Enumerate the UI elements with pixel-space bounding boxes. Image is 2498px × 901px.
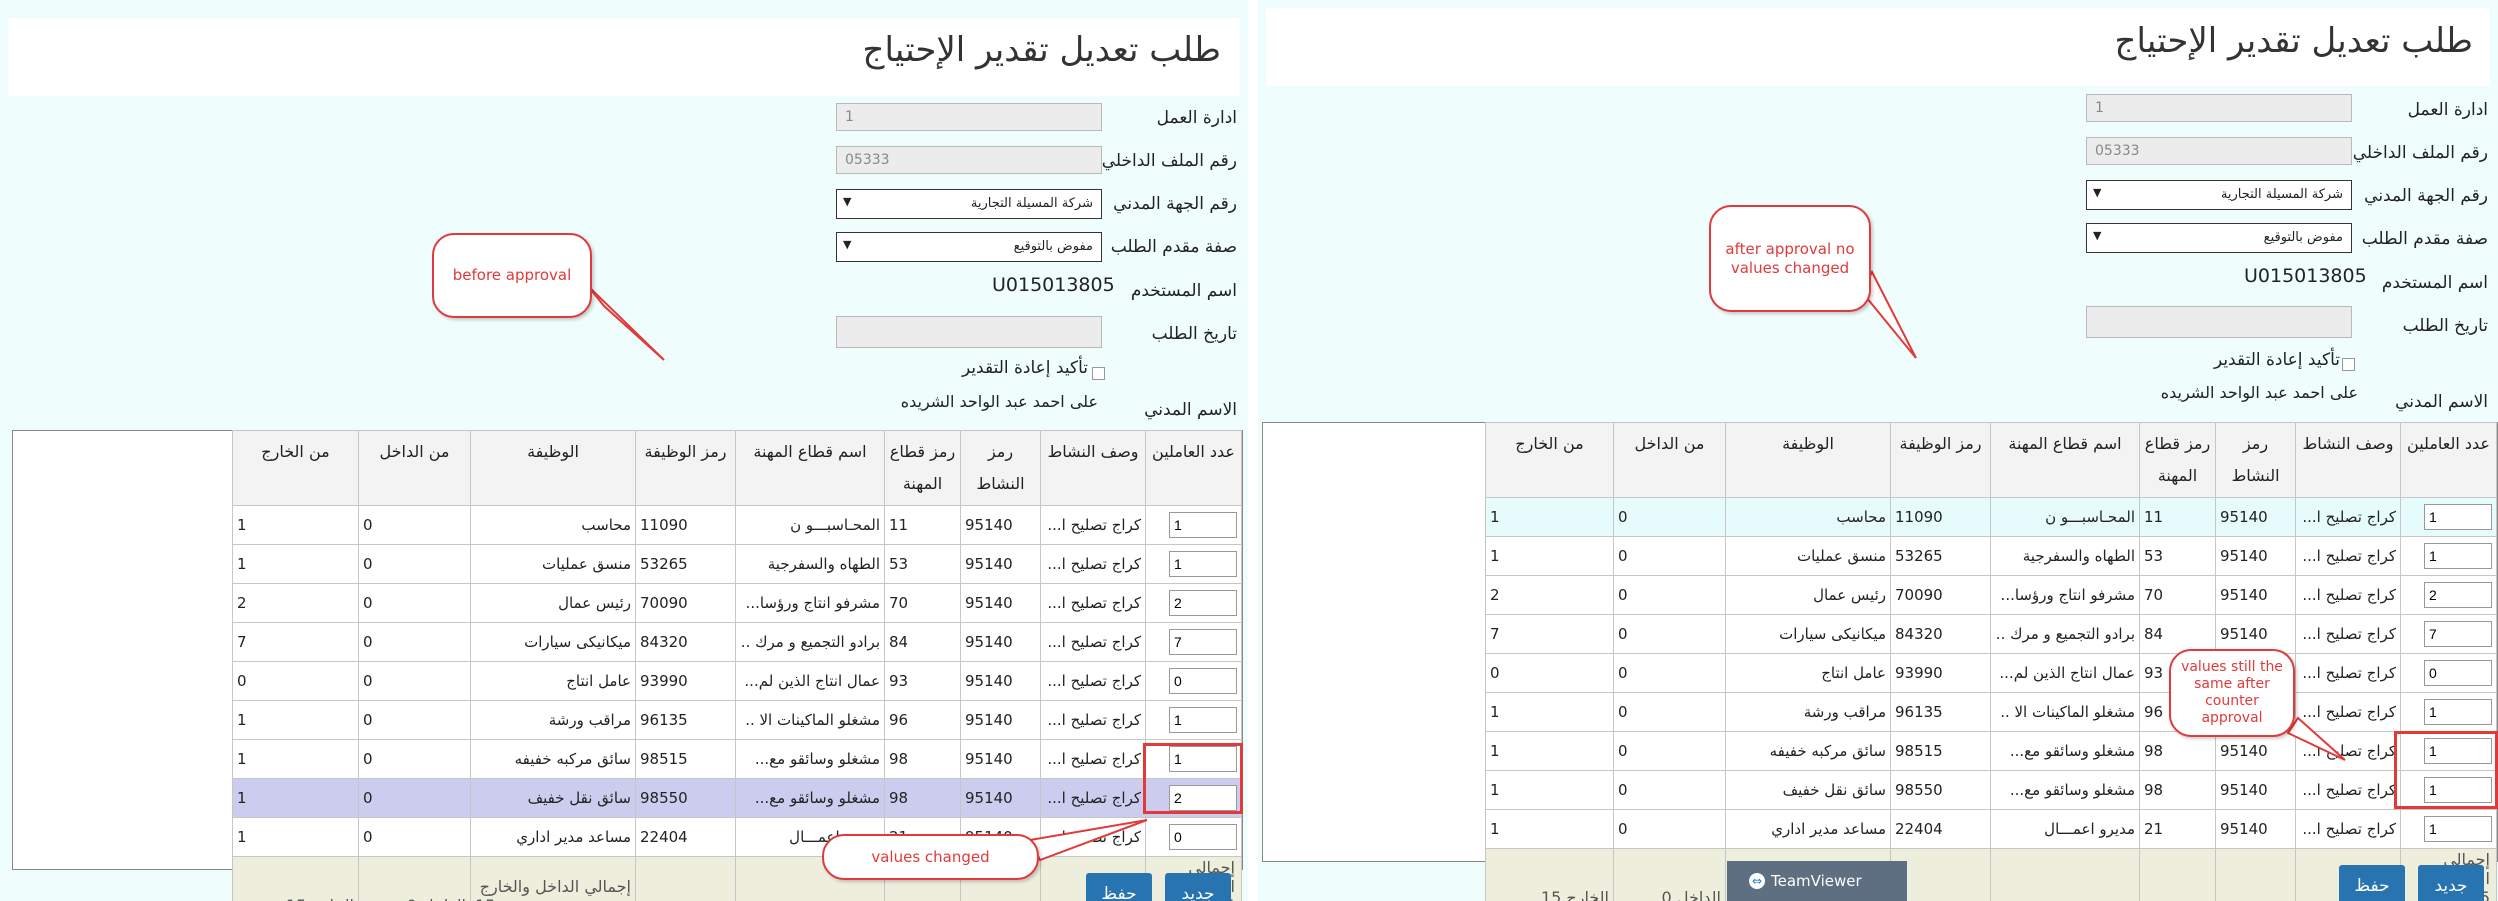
values-still-same-callout: values still the same after counter appr… [2169, 649, 2295, 737]
unchanged-values-highlight [2394, 731, 2498, 809]
values-changed-callout: values changed [822, 834, 1039, 880]
callout-pointers [587, 269, 2346, 862]
values-still-same-pointer [2286, 716, 2346, 761]
changed-values-highlight [1143, 743, 1243, 814]
before-approval-callout: before approval [432, 233, 592, 318]
before-approval-pointer [587, 285, 665, 361]
values-changed-pointer [1028, 819, 1148, 862]
after-approval-callout: after approval no values changed [1709, 205, 1871, 312]
